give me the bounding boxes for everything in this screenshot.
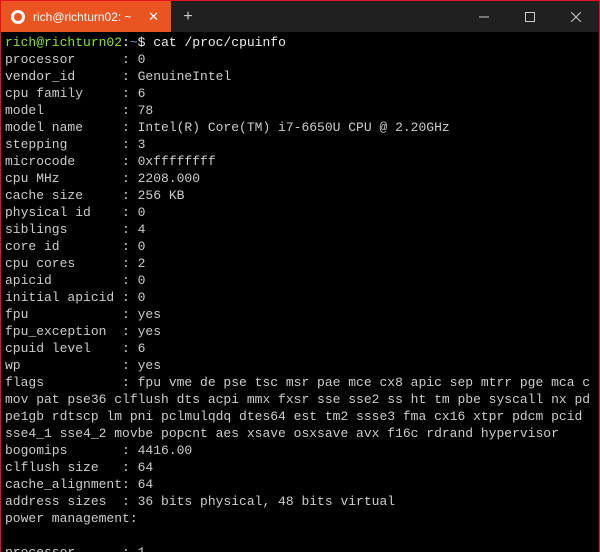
cpuinfo-line: flags : fpu vme de pse tsc msr pae mce c…	[5, 374, 595, 442]
tab-close-icon[interactable]: ✕	[144, 8, 163, 25]
cpuinfo-line: address sizes : 36 bits physical, 48 bit…	[5, 493, 595, 510]
cpuinfo-line: apicid : 0	[5, 272, 595, 289]
titlebar: rich@richturn02: ~ ✕ +	[1, 1, 599, 32]
cpuinfo-line: clflush size : 64	[5, 459, 595, 476]
cpuinfo-line: cpu MHz : 2208.000	[5, 170, 595, 187]
close-button[interactable]	[553, 1, 599, 32]
new-tab-button[interactable]: +	[171, 1, 205, 32]
cpuinfo-line: bogomips : 4416.00	[5, 442, 595, 459]
tab-content: rich@richturn02: ~	[11, 10, 132, 24]
blank-line	[5, 527, 595, 544]
terminal-output[interactable]: rich@richturn02:~$ cat /proc/cpuinfoproc…	[1, 32, 599, 552]
cpuinfo-line: model : 78	[5, 102, 595, 119]
prompt-userhost: rich@richturn02	[5, 35, 122, 50]
app-window: rich@richturn02: ~ ✕ + rich@richturn02:~…	[1, 1, 599, 552]
cpuinfo-line: power management:	[5, 510, 595, 527]
cpuinfo-line: microcode : 0xffffffff	[5, 153, 595, 170]
cpuinfo-line: core id : 0	[5, 238, 595, 255]
titlebar-drag-area[interactable]	[205, 1, 461, 32]
cpuinfo-line: fpu_exception : yes	[5, 323, 595, 340]
prompt-path: ~	[130, 35, 138, 50]
cpuinfo-line: cache_alignment: 64	[5, 476, 595, 493]
tab-title: rich@richturn02: ~	[33, 10, 132, 24]
prompt-sigil: $	[138, 35, 154, 50]
prompt-sep: :	[122, 35, 130, 50]
cpuinfo-line: cpu family : 6	[5, 85, 595, 102]
cpuinfo-line: cpuid level : 6	[5, 340, 595, 357]
cpuinfo-line: stepping : 3	[5, 136, 595, 153]
cpuinfo-line: vendor_id : GenuineIntel	[5, 68, 595, 85]
cpuinfo-line: cpu cores : 2	[5, 255, 595, 272]
maximize-icon	[525, 12, 535, 22]
minimize-icon	[479, 12, 489, 22]
cpuinfo-line: initial apicid : 0	[5, 289, 595, 306]
prompt-command: cat /proc/cpuinfo	[153, 35, 286, 50]
cpuinfo-line: model name : Intel(R) Core(TM) i7-6650U …	[5, 119, 595, 136]
tab-active[interactable]: rich@richturn02: ~ ✕	[1, 1, 171, 32]
prompt-line: rich@richturn02:~$ cat /proc/cpuinfo	[5, 34, 595, 51]
cpuinfo-line: processor : 0	[5, 51, 595, 68]
cpuinfo-line: physical id : 0	[5, 204, 595, 221]
cpuinfo-line: cache size : 256 KB	[5, 187, 595, 204]
cpuinfo-line: wp : yes	[5, 357, 595, 374]
minimize-button[interactable]	[461, 1, 507, 32]
cpuinfo-line: fpu : yes	[5, 306, 595, 323]
close-icon	[571, 12, 581, 22]
cpuinfo-line: siblings : 4	[5, 221, 595, 238]
maximize-button[interactable]	[507, 1, 553, 32]
ubuntu-icon	[11, 10, 25, 24]
cpuinfo-line: processor : 1	[5, 544, 595, 552]
